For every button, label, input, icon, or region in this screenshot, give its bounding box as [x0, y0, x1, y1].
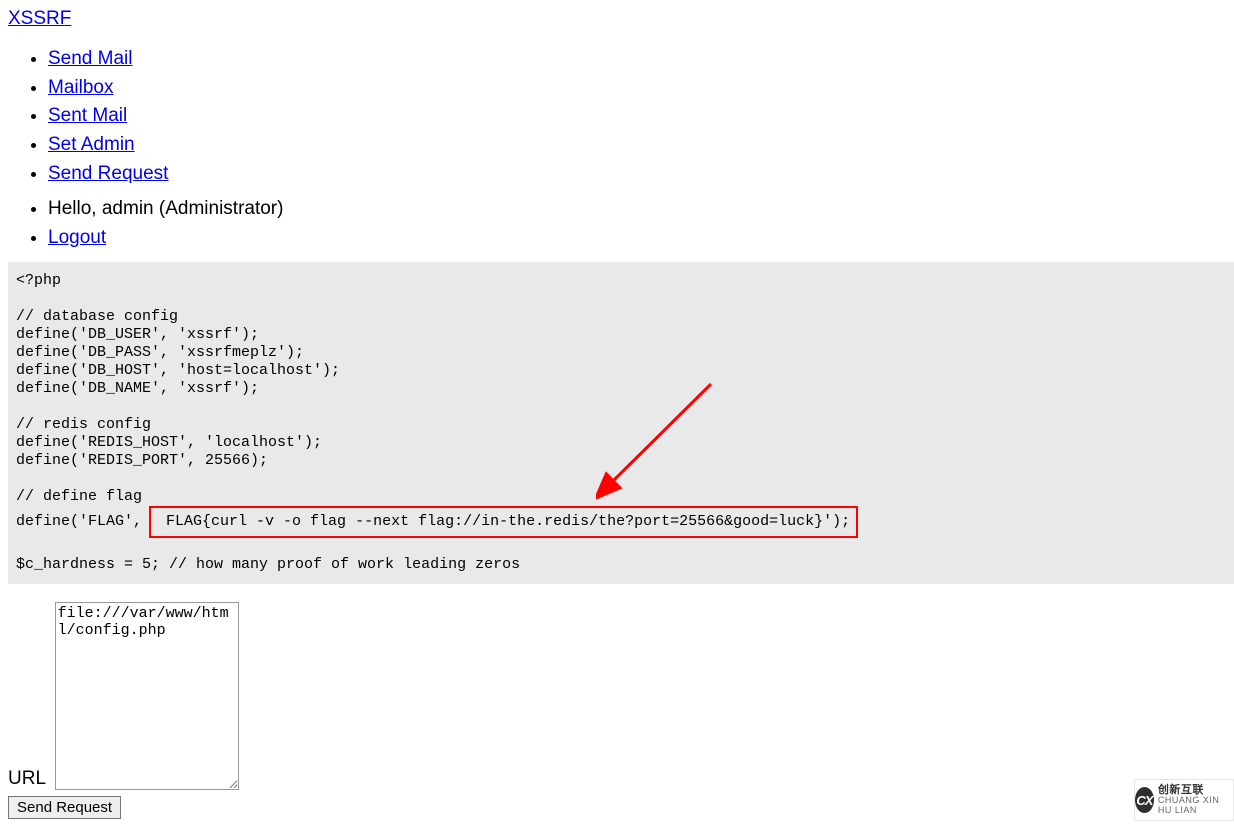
url-form: URL	[8, 602, 1234, 790]
nav-link-send-mail[interactable]: Send Mail	[48, 48, 133, 69]
nav-item-sent-mail: Sent Mail	[48, 103, 1234, 129]
code-line: define('DB_HOST', 'host=localhost');	[16, 362, 340, 379]
code-line-flag-prefix: define('FLAG',	[16, 513, 151, 530]
code-line: // redis config	[16, 416, 151, 433]
watermark-logo-icon: CX	[1135, 787, 1154, 813]
nav-item-send-request: Send Request	[48, 161, 1234, 187]
watermark-en: CHUANG XIN HU LIAN	[1158, 796, 1233, 816]
code-line: $c_hardness = 5; // how many proof of wo…	[16, 556, 520, 573]
code-line: define('DB_NAME', 'xssrf');	[16, 380, 259, 397]
brand-link[interactable]: XSSRF	[8, 8, 71, 30]
nav-item-send-mail: Send Mail	[48, 46, 1234, 72]
greeting-text: Hello, admin (Administrator)	[48, 198, 283, 219]
code-line: define('REDIS_HOST', 'localhost');	[16, 434, 322, 451]
logout-link[interactable]: Logout	[48, 227, 106, 248]
url-label: URL	[8, 768, 45, 789]
code-line: // define flag	[16, 488, 142, 505]
code-line: <?php	[16, 272, 61, 289]
watermark-text: 创新互联 CHUANG XIN HU LIAN	[1158, 784, 1233, 816]
nav-link-mailbox[interactable]: Mailbox	[48, 77, 113, 98]
nav-link-set-admin[interactable]: Set Admin	[48, 134, 135, 155]
nav-item-mailbox: Mailbox	[48, 75, 1234, 101]
send-request-button[interactable]: Send Request	[8, 796, 121, 819]
logout-item: Logout	[48, 225, 1234, 251]
flag-highlight: FLAG{curl -v -o flag --next flag://in-th…	[149, 506, 858, 538]
annotation-arrow-icon	[596, 382, 726, 512]
flag-value: FLAG{curl -v -o flag --next flag://in-th…	[157, 513, 850, 530]
code-line: define('DB_PASS', 'xssrfmeplz');	[16, 344, 304, 361]
code-line: define('DB_USER', 'xssrf');	[16, 326, 259, 343]
watermark-badge: CX 创新互联 CHUANG XIN HU LIAN	[1134, 779, 1234, 821]
user-bar: Hello, admin (Administrator) Logout	[8, 196, 1234, 250]
source-code-block: <?php // database config define('DB_USER…	[8, 262, 1234, 584]
greeting-item: Hello, admin (Administrator)	[48, 196, 1234, 222]
nav-link-sent-mail[interactable]: Sent Mail	[48, 105, 127, 126]
nav-link-send-request[interactable]: Send Request	[48, 163, 168, 184]
nav-item-set-admin: Set Admin	[48, 132, 1234, 158]
url-input[interactable]	[55, 602, 239, 790]
primary-nav: Send Mail Mailbox Sent Mail Set Admin Se…	[8, 46, 1234, 186]
code-line: // database config	[16, 308, 178, 325]
code-line: define('REDIS_PORT', 25566);	[16, 452, 268, 469]
